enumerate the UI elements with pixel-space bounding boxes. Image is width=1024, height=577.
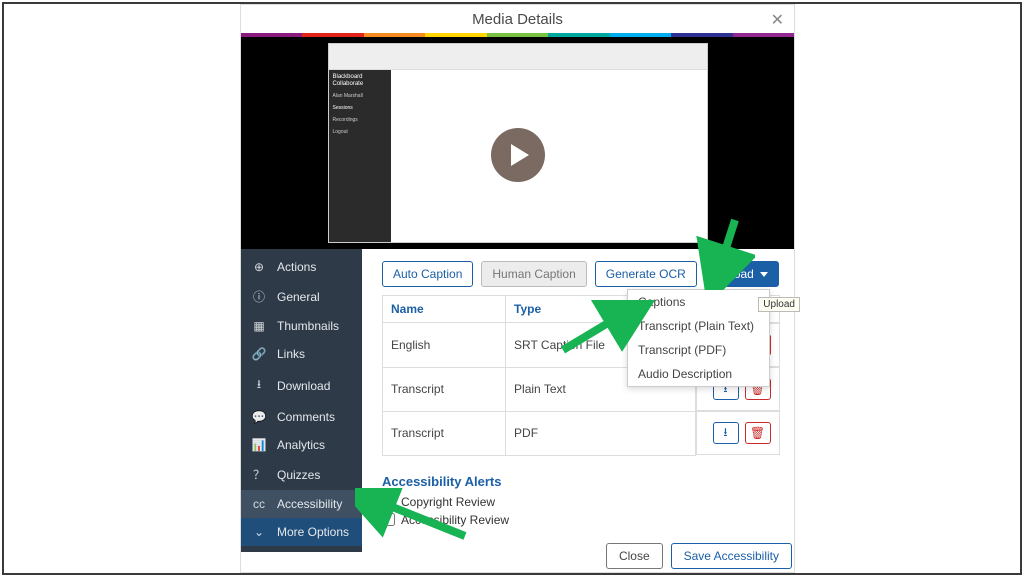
human-caption-button: Human Caption: [481, 261, 586, 287]
download-caption-button[interactable]: ⭳: [713, 422, 739, 444]
video-thumbnail: Blackboard Collaborate Alan Marshall Ses…: [328, 43, 708, 243]
sidebar-item-quizzes[interactable]: ？ Quizzes: [241, 459, 362, 490]
sidebar-item-label: Comments: [277, 410, 335, 424]
comments-icon: 💬: [251, 410, 267, 424]
accessibility-review-row[interactable]: Accessibility Review: [382, 513, 780, 527]
quizzes-icon: ？: [251, 466, 267, 483]
modal-footer: Close Save Accessibility: [606, 543, 792, 569]
sidebar-item-label: Download: [277, 379, 330, 393]
sidebar-item-general[interactable]: ⓘ General: [241, 281, 362, 312]
col-name[interactable]: Name: [383, 296, 506, 323]
upload-button[interactable]: Upload: [705, 261, 779, 287]
upload-button-label: Upload: [716, 267, 754, 281]
accessibility-panel: Auto Caption Human Caption Generate OCR …: [362, 249, 794, 552]
table-row: TranscriptPDF⭳🗑: [383, 411, 780, 455]
sidebar-item-label: Accessibility: [277, 497, 342, 511]
video-menu-item: Alan Marshall: [333, 93, 387, 99]
sidebar-item-comments[interactable]: 💬 Comments: [241, 403, 362, 431]
sidebar-item-accessibility[interactable]: cc Accessibility: [241, 490, 362, 518]
actions-icon: ⊕: [251, 260, 267, 274]
modal-header: Media Details ✕: [241, 5, 794, 33]
thumbnails-icon: ▦: [251, 319, 267, 333]
copyright-review-checkbox[interactable]: [382, 495, 395, 508]
sidebar-item-thumbnails[interactable]: ▦ Thumbnails: [241, 312, 362, 340]
copyright-review-row[interactable]: Copyright Review: [382, 495, 780, 509]
sidebar-item-actions[interactable]: ⊕ Actions: [241, 253, 362, 281]
video-menu-item: Logout: [333, 129, 387, 135]
sidebar-item-label: Analytics: [277, 438, 325, 452]
row-actions: ⭳🗑: [696, 411, 780, 455]
upload-dropdown: Captions Transcript (Plain Text) Transcr…: [627, 289, 770, 387]
upload-option-audio-description[interactable]: Audio Description: [628, 362, 769, 386]
sidebar-item-label: Actions: [277, 260, 316, 274]
chevron-down-icon: [760, 272, 768, 277]
close-icon[interactable]: ✕: [771, 10, 784, 30]
video-brand: Blackboard Collaborate: [333, 74, 387, 87]
accessibility-icon: cc: [251, 497, 267, 511]
generate-ocr-button[interactable]: Generate OCR: [595, 261, 697, 287]
video-menu-item: Recordings: [333, 117, 387, 123]
video-menu-item: Sessions: [333, 105, 387, 111]
analytics-icon: 📊: [251, 438, 267, 452]
general-icon: ⓘ: [251, 288, 267, 305]
copyright-review-label: Copyright Review: [401, 495, 495, 509]
accessibility-alerts: Accessibility Alerts Copyright Review Ac…: [382, 474, 780, 527]
video-player[interactable]: Blackboard Collaborate Alan Marshall Ses…: [241, 37, 794, 249]
sidebar-item-label: Links: [277, 347, 305, 361]
save-accessibility-button[interactable]: Save Accessibility: [671, 543, 792, 569]
download-icon: ⭳: [251, 375, 267, 396]
caption-type: PDF: [506, 411, 696, 455]
sidebar-item-links[interactable]: 🔗 Links: [241, 340, 362, 368]
alerts-title: Accessibility Alerts: [382, 474, 780, 489]
modal-title: Media Details: [472, 11, 563, 28]
sidebar-item-label: General: [277, 290, 320, 304]
close-button[interactable]: Close: [606, 543, 663, 569]
caption-name: Transcript: [383, 411, 506, 455]
sidebar-item-label: Quizzes: [277, 468, 320, 482]
sidebar-item-analytics[interactable]: 📊 Analytics: [241, 431, 362, 459]
accessibility-review-label: Accessibility Review: [401, 513, 509, 527]
auto-caption-button[interactable]: Auto Caption: [382, 261, 473, 287]
upload-option-transcript-plain[interactable]: Transcript (Plain Text): [628, 314, 769, 338]
more-options-icon: ⌄: [251, 525, 267, 539]
play-icon[interactable]: [491, 128, 545, 182]
sidebar-item-label: Thumbnails: [277, 319, 339, 333]
upload-option-transcript-pdf[interactable]: Transcript (PDF): [628, 338, 769, 362]
caption-name: English: [383, 323, 506, 368]
sidebar-item-more-options[interactable]: ⌄ More Options: [241, 518, 362, 546]
links-icon: 🔗: [251, 347, 267, 361]
brand-rainbow-bar: [241, 33, 794, 37]
media-details-modal: Media Details ✕ Blackboard Collaborate A…: [240, 4, 795, 573]
caption-action-row: Auto Caption Human Caption Generate OCR …: [382, 261, 780, 287]
accessibility-review-checkbox[interactable]: [382, 513, 395, 526]
caption-name: Transcript: [383, 367, 506, 411]
sidebar-item-download[interactable]: ⭳ Download: [241, 368, 362, 403]
delete-caption-button[interactable]: 🗑: [745, 422, 771, 444]
sidebar: ⊕ Actions ⓘ General ▦ Thumbnails 🔗 Links ⭳ Downlo…: [241, 249, 362, 552]
upload-tooltip: Upload: [758, 297, 800, 312]
upload-option-captions[interactable]: Captions: [628, 290, 769, 314]
sidebar-item-label: More Options: [277, 525, 349, 539]
